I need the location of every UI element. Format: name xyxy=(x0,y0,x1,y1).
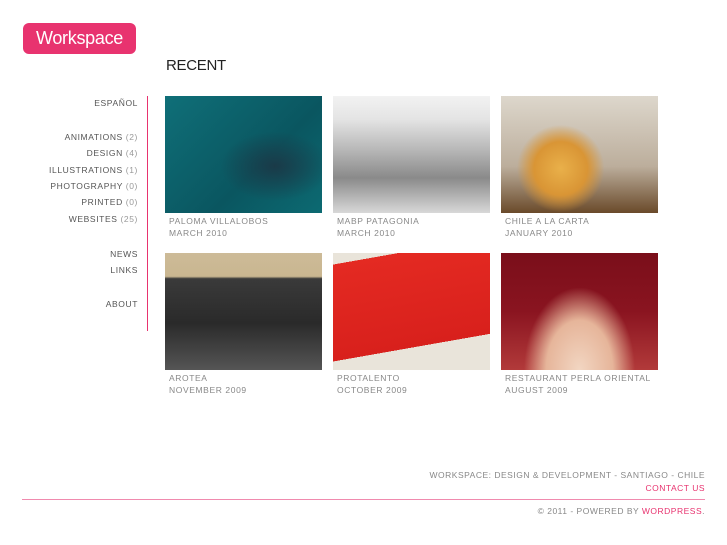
category-photography[interactable]: PHOTOGRAPHY (0) xyxy=(20,181,138,191)
footer-tagline: WORKSPACE: DESIGN & DEVELOPMENT - SANTIA… xyxy=(429,470,705,480)
project-thumbnail-restaurant-perla-oriental[interactable] xyxy=(501,253,658,370)
project-date: NOVEMBER 2009 xyxy=(169,385,247,395)
project-title: AROTEA xyxy=(169,373,208,383)
language-link[interactable]: ESPAÑOL xyxy=(20,98,138,108)
logo[interactable]: Workspace xyxy=(23,23,136,54)
category-count: (4) xyxy=(125,148,138,158)
contact-us-link[interactable]: CONTACT US xyxy=(646,483,705,493)
project-title: PALOMA VILLALOBOS xyxy=(169,216,269,226)
wordpress-link[interactable]: WORDPRESS xyxy=(642,506,702,516)
project-date: JANUARY 2010 xyxy=(505,228,573,238)
copyright-text: © 2011 - POWERED BY xyxy=(537,506,642,516)
category-label: PHOTOGRAPHY xyxy=(50,181,123,191)
category-label: ILLUSTRATIONS xyxy=(49,165,123,175)
project-caption[interactable]: RESTAURANT PERLA ORIENTAL AUGUST 2009 xyxy=(505,372,651,396)
project-caption[interactable]: AROTEA NOVEMBER 2009 xyxy=(169,372,247,396)
category-count: (25) xyxy=(120,214,138,224)
project-date: MARCH 2010 xyxy=(169,228,228,238)
period: . xyxy=(702,506,705,516)
footer-copyright: © 2011 - POWERED BY WORDPRESS. xyxy=(538,506,705,516)
category-websites[interactable]: WEBSITES (25) xyxy=(20,214,138,224)
project-thumbnail-arotea[interactable] xyxy=(165,253,322,370)
category-count: (2) xyxy=(125,132,138,142)
project-thumbnail-chile-a-la-carta[interactable] xyxy=(501,96,658,213)
project-date: AUGUST 2009 xyxy=(505,385,569,395)
category-printed[interactable]: PRINTED (0) xyxy=(20,197,138,207)
news-link[interactable]: NEWS xyxy=(20,249,138,259)
category-label: DESIGN xyxy=(86,148,123,158)
category-animations[interactable]: ANIMATIONS (2) xyxy=(20,132,138,142)
project-thumbnail-paloma-villalobos[interactable] xyxy=(165,96,322,213)
page-title: RECENT xyxy=(166,57,226,74)
project-title: RESTAURANT PERLA ORIENTAL xyxy=(505,373,651,383)
category-count: (0) xyxy=(125,197,138,207)
project-date: OCTOBER 2009 xyxy=(337,385,408,395)
links-link[interactable]: LINKS xyxy=(20,265,138,275)
footer-divider xyxy=(22,499,705,500)
project-title: PROTALENTO xyxy=(337,373,400,383)
project-thumbnail-protalento[interactable] xyxy=(333,253,490,370)
category-illustrations[interactable]: ILLUSTRATIONS (1) xyxy=(20,165,138,175)
category-label: PRINTED xyxy=(81,197,123,207)
project-date: MARCH 2010 xyxy=(337,228,396,238)
project-caption[interactable]: CHILE A LA CARTA JANUARY 2010 xyxy=(505,215,589,239)
project-caption[interactable]: PALOMA VILLALOBOS MARCH 2010 xyxy=(169,215,268,239)
project-title: CHILE A LA CARTA xyxy=(505,216,590,226)
project-title: MABP PATAGONIA xyxy=(337,216,420,226)
project-thumbnail-mabp-patagonia[interactable] xyxy=(333,96,490,213)
sidebar-divider xyxy=(147,96,148,331)
category-design[interactable]: DESIGN (4) xyxy=(20,148,138,158)
page: Workspace RECENT ESPAÑOL ANIMATIONS (2) … xyxy=(0,0,727,545)
about-link[interactable]: ABOUT xyxy=(20,299,138,309)
category-label: ANIMATIONS xyxy=(64,132,123,142)
project-caption[interactable]: MABP PATAGONIA MARCH 2010 xyxy=(337,215,419,239)
project-caption[interactable]: PROTALENTO OCTOBER 2009 xyxy=(337,372,407,396)
category-count: (1) xyxy=(125,165,138,175)
category-label: WEBSITES xyxy=(68,214,118,224)
category-count: (0) xyxy=(125,181,138,191)
